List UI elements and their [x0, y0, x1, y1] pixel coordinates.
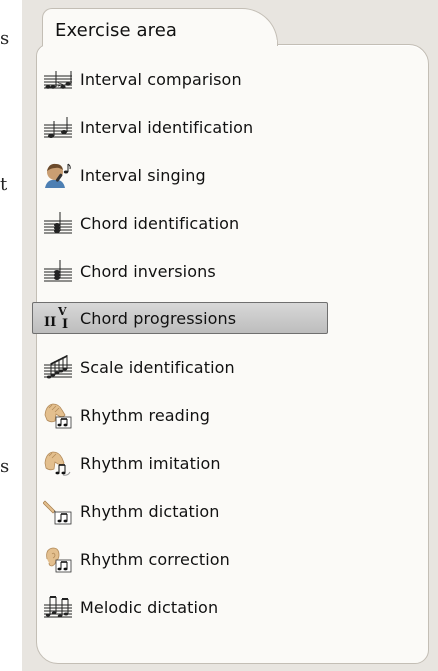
exercise-label: Rhythm dictation [80, 501, 220, 521]
exercise-item-scale-identification[interactable]: Scale identification [32, 351, 328, 383]
exercise-label: Interval identification [80, 117, 254, 137]
exercise-item-rhythm-reading[interactable]: Rhythm reading [32, 399, 328, 431]
exercise-area-panel: Exercise area > Interval comparison Inte… [22, 0, 438, 671]
rhythm-imitation-icon [44, 451, 71, 476]
page-fragment-text: t [0, 174, 8, 195]
svg-text:>: > [57, 80, 64, 89]
chord-identification-icon [44, 212, 72, 234]
exercise-label: Rhythm correction [80, 549, 230, 569]
svg-text:II: II [44, 315, 56, 330]
exercise-item-interval-singing[interactable]: Interval singing [32, 159, 328, 191]
melodic-dictation-icon [44, 596, 72, 618]
chord-inversions-icon [44, 260, 72, 282]
exercise-item-chord-identification[interactable]: Chord identification [32, 207, 328, 239]
tab-join [43, 40, 277, 48]
exercise-label: Rhythm imitation [80, 453, 221, 473]
exercise-label: Chord inversions [80, 261, 216, 281]
exercise-item-rhythm-imitation[interactable]: Rhythm imitation [32, 447, 328, 479]
interval-comparison-icon: > [44, 71, 72, 89]
exercise-label: Interval singing [80, 165, 206, 185]
exercise-item-melodic-dictation[interactable]: Melodic dictation [32, 591, 328, 623]
chord-progressions-icon: II V I [44, 305, 68, 332]
document-page-edge: s t s [0, 0, 22, 671]
exercise-item-chord-inversions[interactable]: Chord inversions [32, 255, 328, 287]
rhythm-dictation-icon [43, 500, 72, 525]
exercise-item-chord-progressions[interactable]: II V I Chord progressions [32, 302, 328, 334]
page-fragment-text: s [0, 456, 10, 477]
exercise-item-rhythm-dictation[interactable]: Rhythm dictation [32, 495, 328, 527]
exercise-label: Rhythm reading [80, 405, 210, 425]
rhythm-reading-icon [44, 403, 72, 429]
exercise-label: Scale identification [80, 357, 235, 377]
exercise-item-rhythm-correction[interactable]: Rhythm correction [32, 543, 328, 575]
exercise-area-title: Exercise area [55, 20, 178, 41]
exercise-item-interval-comparison[interactable]: > Interval comparison [32, 63, 328, 95]
interval-singing-icon [45, 163, 71, 188]
exercise-label: Chord identification [80, 213, 240, 233]
scale-identification-icon [44, 355, 72, 379]
exercise-label: Melodic dictation [80, 597, 219, 617]
interval-identification-icon [44, 117, 72, 138]
exercise-item-interval-identification[interactable]: Interval identification [32, 111, 328, 143]
rhythm-correction-icon [46, 547, 72, 573]
page-fragment-text: s [0, 28, 10, 49]
exercise-label: Chord progressions [80, 308, 237, 328]
svg-text:I: I [62, 317, 68, 332]
exercise-label: Interval comparison [80, 69, 242, 89]
